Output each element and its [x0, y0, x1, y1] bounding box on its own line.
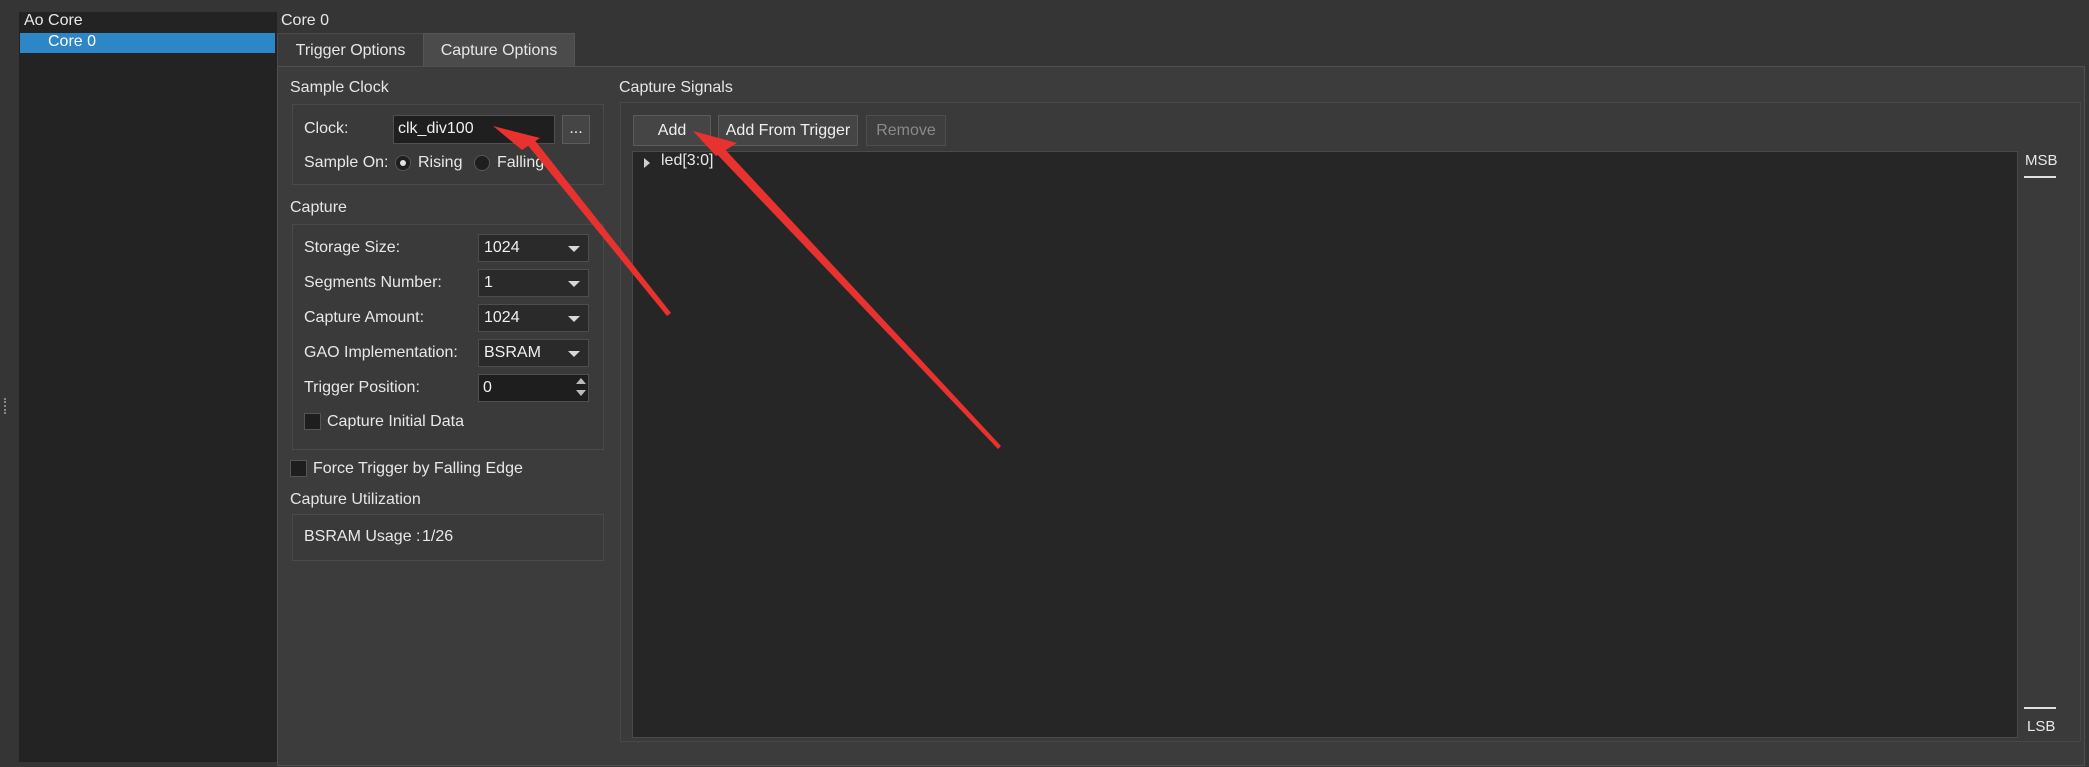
arrow-to-add-head [693, 131, 737, 156]
annotation-arrows [493, 126, 1001, 449]
arrow-to-clock-input [526, 138, 671, 316]
arrow-to-add-button [713, 144, 1001, 449]
